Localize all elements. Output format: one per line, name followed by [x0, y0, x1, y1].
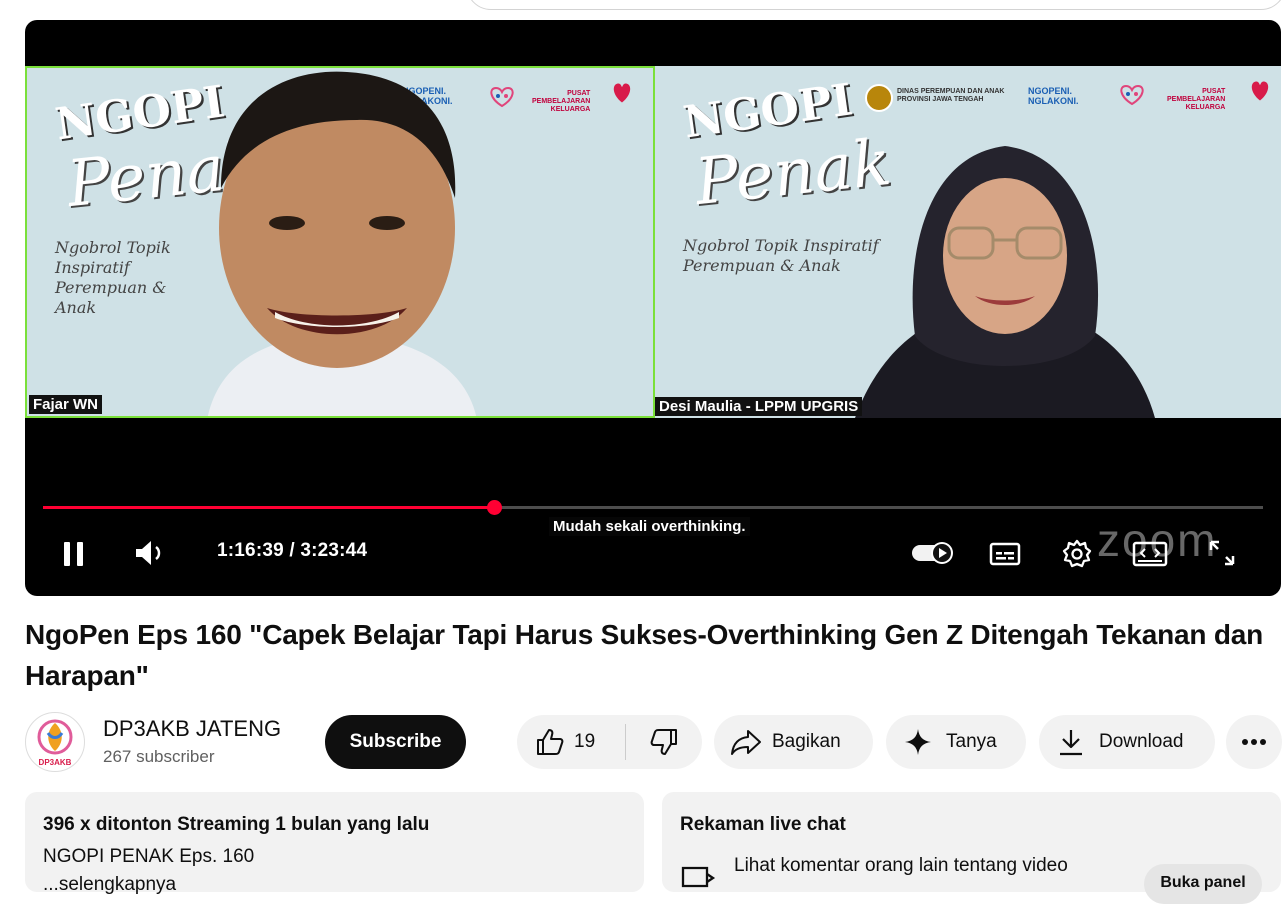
progress-played: [43, 506, 495, 509]
thumbs-up-icon: [537, 729, 564, 755]
tagline-line-2: Perempuan & Anak: [683, 256, 841, 275]
miniplayer-icon: [1132, 541, 1168, 567]
participant-panel-right: NGOPI Penak Ngobrol Topik Inspiratif Per…: [655, 66, 1281, 418]
download-icon: [1060, 730, 1082, 756]
search-bar-edge[interactable]: [466, 0, 1282, 10]
subtitles-icon: [989, 542, 1021, 566]
participant-name-tag: Desi Maulia - LPPM UPGRIS: [655, 397, 863, 416]
live-chat-title: Rekaman live chat: [680, 814, 846, 835]
heart-logo-icon: [613, 83, 631, 103]
share-icon: [731, 730, 761, 755]
sparkle-icon: [905, 729, 931, 755]
pusat-logo: PUSAT PEMBELAJARAN KELUARGA: [532, 90, 591, 113]
channel-logo-icon: DP3AKB: [37, 719, 73, 767]
channel-name[interactable]: DP3AKB JATENG: [103, 716, 281, 742]
video-title: NgoPen Eps 160 "Capek Belajar Tapi Harus…: [25, 619, 1264, 691]
pusat-logo: PUSAT PEMBELAJARAN KELUARGA: [1167, 88, 1225, 112]
thumbs-down-icon: [650, 729, 677, 755]
fullscreen-icon: [1209, 540, 1235, 566]
autoplay-toggle-icon: [912, 542, 953, 564]
view-count-date: 396 x ditonton Streaming 1 bulan yang la…: [43, 814, 430, 835]
ask-button[interactable]: Tanya: [886, 715, 1026, 769]
family-logo-icon: [1120, 84, 1144, 106]
more-horizontal-icon: [1242, 739, 1266, 745]
like-count: 19: [574, 731, 596, 752]
subtitle-caption: Mudah sekali overthinking.: [549, 517, 750, 536]
share-label: Bagikan: [772, 731, 841, 752]
share-button[interactable]: Bagikan: [714, 715, 873, 769]
pusat-line-1: PUSAT: [1202, 88, 1226, 95]
dislike-button[interactable]: [626, 715, 702, 769]
ngopeni-line-1: NGOPENI.: [1028, 86, 1073, 96]
more-actions-button[interactable]: [1226, 715, 1282, 769]
description-box[interactable]: 396 x ditonton Streaming 1 bulan yang la…: [25, 792, 644, 895]
video-player[interactable]: NGOPI Penak Ngobrol Topik Inspiratif Per…: [25, 20, 1281, 596]
heart-logo-icon: [1251, 81, 1269, 101]
progress-bar[interactable]: [43, 500, 1263, 515]
like-button[interactable]: 19: [517, 715, 625, 769]
pause-icon: [64, 542, 83, 566]
description-more[interactable]: ...selengkapnya: [43, 874, 176, 896]
dinas-logo-text: DINAS PEREMPUAN DAN ANAK PROVINSI JAWA T…: [897, 88, 1004, 104]
dinas-line-1: DINAS PEREMPUAN DAN ANAK: [897, 88, 1005, 95]
pusat-line-3: KELUARGA: [1185, 104, 1226, 111]
gear-icon: [1062, 539, 1092, 568]
speaker-video-desi: [855, 146, 1155, 418]
like-dislike-group: 19: [517, 715, 702, 769]
download-label: Download: [1099, 731, 1184, 752]
pusat-line-2: PEMBELAJARAN: [1167, 96, 1226, 103]
speaker-video-fajar: [207, 71, 476, 416]
live-chat-replay: Rekaman live chat Lihat komentar orang l…: [662, 792, 1281, 904]
subtitles-button[interactable]: [987, 539, 1023, 569]
settings-button[interactable]: [1059, 538, 1095, 570]
description-line: NGOPI PENAK Eps. 160: [43, 846, 255, 867]
ngopeni-line-2: NGLAKONI.: [1028, 96, 1079, 106]
open-panel-button[interactable]: Buka panel: [1144, 864, 1262, 904]
volume-icon: [136, 541, 161, 565]
pause-button[interactable]: [59, 539, 89, 569]
miniplayer-button[interactable]: [1131, 539, 1169, 569]
ask-label: Tanya: [946, 731, 997, 752]
live-chat-description: Lihat komentar orang lain tentang video: [734, 855, 1068, 876]
fullscreen-button[interactable]: [1205, 536, 1239, 570]
subscribe-button[interactable]: Subscribe: [325, 715, 466, 769]
chat-icon: [681, 866, 716, 888]
autoplay-toggle[interactable]: [910, 538, 958, 568]
channel-avatar[interactable]: DP3AKB: [25, 712, 85, 772]
scrubber-handle[interactable]: [487, 500, 503, 515]
province-seal-icon: [865, 84, 893, 112]
ngopeni-logo: NGOPENI. NGLAKONI.: [1028, 86, 1079, 106]
mute-button[interactable]: [131, 538, 171, 568]
download-button[interactable]: Download: [1039, 715, 1215, 769]
participant-name-tag: Fajar WN: [29, 395, 103, 414]
channel-logo-text: DP3AKB: [39, 758, 72, 767]
time-display: 1:16:39 / 3:23:44: [217, 540, 368, 561]
subscriber-count: 267 subscriber: [103, 747, 215, 766]
participant-panel-left: NGOPI Penak Ngobrol Topik Inspiratif Per…: [25, 66, 655, 418]
dinas-line-2: PROVINSI JAWA TENGAH: [897, 96, 984, 103]
